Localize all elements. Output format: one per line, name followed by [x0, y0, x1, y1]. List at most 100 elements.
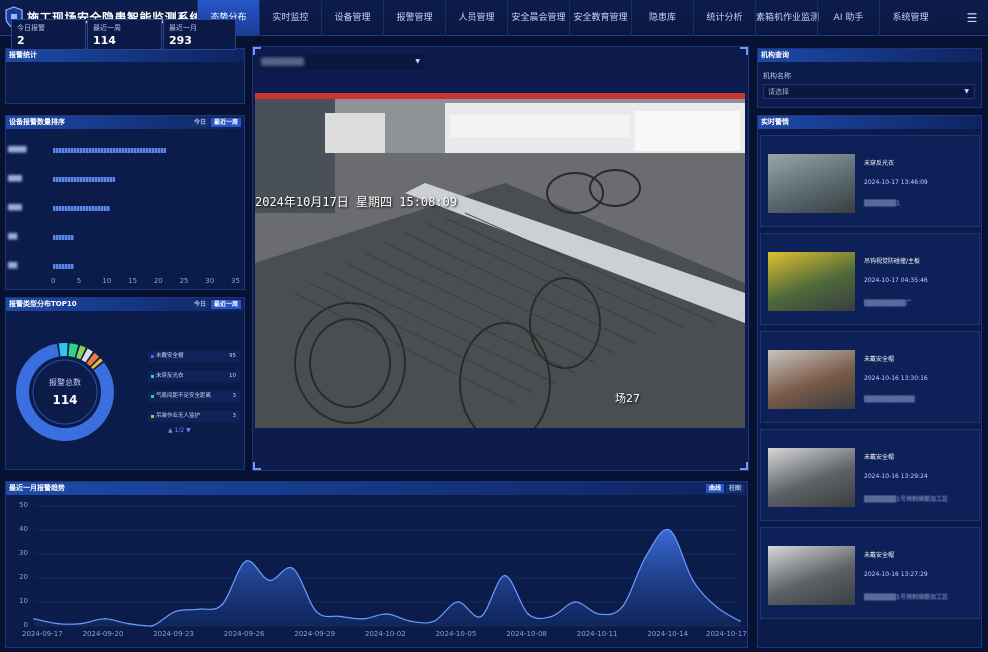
tab-today[interactable]: 今日 — [190, 118, 209, 127]
panel-title: 设备报警数量排序 今日 最近一周 — [6, 116, 244, 129]
trend-point[interactable] — [621, 606, 624, 608]
chevron-down-icon: ▼ — [964, 88, 969, 95]
alarm-stats-panel: 报警统计 — [5, 48, 245, 104]
trend-point[interactable] — [174, 610, 176, 613]
rank-x-tick: 0 — [51, 277, 56, 285]
donut-slice[interactable] — [68, 343, 79, 358]
tab-week[interactable]: 最近一周 — [210, 118, 241, 127]
alarm-card[interactable]: 未戴安全帽 2024-10-16 13:30:16 ▒▒▒▒▒▒▒▒▒▒▒ — [760, 331, 980, 423]
stat-label: 最近一月 — [169, 24, 197, 32]
trend-point[interactable] — [480, 615, 482, 618]
legend-value: 3 — [232, 393, 237, 399]
trend-point[interactable] — [127, 622, 129, 625]
trend-point[interactable] — [221, 603, 224, 606]
nav-item[interactable]: 实时监控 — [259, 0, 321, 36]
trend-point[interactable] — [292, 567, 294, 570]
trend-point[interactable] — [645, 555, 647, 558]
alarm-card[interactable]: 吊钩视觉防碰撞/主板 2024-10-17 04:35:46 ▒▒▒▒▒▒▒▒▒厂 — [760, 233, 980, 325]
nav-item[interactable]: 隐患库 — [631, 0, 693, 36]
alarm-snapshot-image[interactable] — [768, 448, 855, 507]
trend-point[interactable] — [527, 613, 529, 615]
alarm-snapshot-image[interactable] — [768, 350, 855, 409]
alarm-card[interactable]: 未戴安全帽 2024-10-16 13:27:29 ▒▒▒▒▒▒▒1号预制钢筋加工区 — [760, 527, 980, 619]
alarm-type: 未戴安全帽 — [864, 454, 895, 461]
alarm-card[interactable]: 未穿反光衣 2024-10-17 13:46:09 ▒▒▒▒▒▒▒1 — [760, 135, 980, 227]
nav-item[interactable]: 安全晨会管理 — [507, 0, 569, 36]
channel-select-value: ▒▒▒▒▒▒▒▒ — [261, 58, 305, 66]
trend-point[interactable] — [197, 608, 200, 610]
trend-point[interactable] — [409, 620, 412, 622]
alarm-time: 2024-10-17 04:35:46 — [864, 277, 928, 284]
trend-point[interactable] — [268, 579, 271, 582]
rank-row: ██ — [8, 233, 238, 241]
panel-title-text: 设备报警数量排序 — [9, 118, 65, 126]
trend-point[interactable] — [103, 618, 106, 620]
trend-point[interactable] — [33, 618, 35, 620]
trend-point[interactable] — [550, 615, 553, 618]
menu-icon[interactable]: ☰ — [962, 8, 982, 28]
tab-today[interactable]: 今日 — [190, 300, 209, 309]
rank-bar — [53, 235, 74, 240]
trend-point[interactable] — [692, 579, 694, 582]
legend-swatch — [151, 355, 154, 358]
legend-item[interactable]: 未穿反光衣 10 — [148, 371, 240, 382]
nav-item[interactable]: 系统管理 — [879, 0, 941, 36]
legend-item[interactable]: 气瓶间距不足安全距离 3 — [148, 391, 240, 402]
rank-row: ████ — [8, 146, 238, 154]
video-feed[interactable]: 2024年10月17日 星期四 15:08:09 场27 — [255, 93, 745, 428]
trend-point[interactable] — [315, 610, 318, 613]
main-nav: 态势分布 实时监控 设备管理 报警管理 人员管理 安全晨会管理 安全教育管理 隐患库 统计分析素… — [197, 0, 941, 36]
trend-point[interactable] — [386, 613, 388, 615]
trend-point[interactable] — [339, 615, 341, 618]
alarm-snapshot-image[interactable] — [768, 252, 855, 311]
trend-point[interactable] — [245, 560, 247, 562]
alarm-location: ▒▒▒▒▒▒▒1 — [864, 200, 901, 207]
trend-point[interactable] — [150, 625, 153, 627]
trend-point[interactable] — [598, 613, 600, 615]
nav-item[interactable]: 人员管理 — [445, 0, 507, 36]
nav-item[interactable]: AI 助手 — [817, 0, 879, 36]
dashboard: 施工现场安全隐患智能监测系统 态势分布 实时监控 设备管理 报警管理 人员管理 安全晨会管… — [0, 0, 988, 652]
legend-item[interactable]: 未戴安全帽 95 — [148, 351, 240, 362]
alarm-location: ▒▒▒▒▒▒▒▒▒厂 — [864, 300, 912, 307]
trend-chart — [33, 505, 741, 627]
rank-x-tick: 30 — [205, 277, 215, 285]
alarm-card[interactable]: 未戴安全帽 2024-10-16 13:29:24 ▒▒▒▒▒▒▒1号预制钢筋加工区 — [760, 429, 980, 521]
trend-y-tick: 40 — [19, 525, 28, 533]
trend-point[interactable] — [739, 620, 741, 622]
nav-item[interactable]: 统计分析 — [693, 0, 755, 36]
legend-pager[interactable]: ▲ 1/2 ▼ — [168, 427, 191, 434]
donut-total: 114 — [52, 393, 78, 407]
alarm-snapshot-image[interactable] — [768, 154, 855, 213]
trend-point[interactable] — [715, 606, 718, 608]
alarm-snapshot-image[interactable] — [768, 546, 855, 605]
trend-point[interactable] — [56, 622, 59, 625]
legend-name: 气瓶间距不足安全距离 — [156, 393, 212, 399]
legend-item[interactable]: 吊装作业无人监护 3 — [148, 411, 240, 422]
tab-week[interactable]: 最近一周 — [210, 300, 241, 309]
panel-title: 机构查询 — [758, 49, 981, 62]
channel-select[interactable]: ▒▒▒▒▒▒▒▒ ▼ — [258, 54, 424, 70]
donut-center-label: 报警总数 — [49, 378, 81, 387]
org-name-label: 机构名称 — [763, 72, 791, 80]
panel-title: 报警统计 — [6, 49, 244, 62]
trend-point[interactable] — [574, 601, 577, 603]
trend-point[interactable] — [503, 574, 506, 577]
org-select[interactable]: 请选择 ▼ — [763, 84, 975, 99]
trend-point[interactable] — [80, 622, 82, 625]
trend-point[interactable] — [456, 601, 459, 603]
rank-bar — [53, 206, 110, 211]
stat-today: 今日报警 2 — [11, 19, 86, 50]
trend-point[interactable] — [433, 620, 435, 622]
nav-item[interactable]: 素箱机作业监测 — [755, 0, 819, 36]
stat-value: 2 — [17, 34, 25, 47]
trend-point[interactable] — [668, 529, 671, 531]
donut-slice[interactable] — [58, 343, 68, 357]
nav-item[interactable]: 报警管理 — [383, 0, 445, 36]
trend-point[interactable] — [362, 618, 365, 620]
rank-row-label: ███ — [8, 175, 22, 182]
nav-item[interactable]: 设备管理 — [321, 0, 383, 36]
type-donut-chart — [16, 343, 115, 441]
nav-item[interactable]: 安全教育管理 — [569, 0, 631, 36]
legend-value: 10 — [229, 373, 236, 379]
